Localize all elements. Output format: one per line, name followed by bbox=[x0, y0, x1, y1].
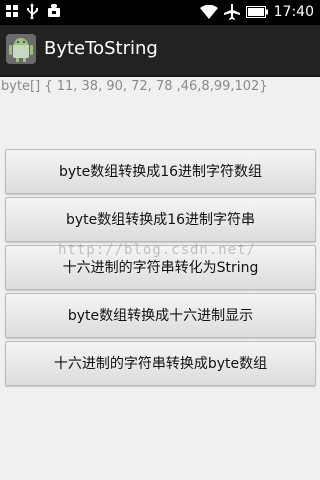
action-bar: ByteToString bbox=[0, 25, 320, 77]
clock-time: 17:40 bbox=[273, 4, 314, 20]
battery-icon bbox=[245, 6, 268, 18]
app-title: ByteToString bbox=[44, 38, 158, 59]
android-debug-icon bbox=[48, 4, 60, 17]
notification-icons bbox=[6, 3, 62, 19]
byte-to-hex-char-array-button[interactable]: byte数组转换成16进制字符数组 bbox=[5, 149, 316, 194]
byte-to-hex-display-button[interactable]: byte数组转换成十六进制显示 bbox=[5, 293, 316, 338]
hex-string-to-string-button[interactable]: 十六进制的字符串转化为String bbox=[5, 245, 316, 290]
grid-icon bbox=[6, 5, 18, 17]
android-robot-icon[interactable] bbox=[6, 34, 36, 64]
main-content: byte[] { 11, 38, 90, 72, 78 ,46,8,99,102… bbox=[0, 77, 320, 480]
usb-icon bbox=[27, 3, 38, 19]
system-icons: 17:40 bbox=[199, 2, 314, 22]
byte-to-hex-string-button[interactable]: byte数组转换成16进制字符串 bbox=[5, 197, 316, 242]
airplane-icon bbox=[223, 4, 240, 20]
status-bar: 17:40 bbox=[0, 0, 320, 25]
byte-array-text: byte[] { 11, 38, 90, 72, 78 ,46,8,99,102… bbox=[1, 79, 268, 94]
wifi-icon bbox=[199, 5, 218, 19]
hex-string-to-byte-array-button[interactable]: 十六进制的字符串转换成byte数组 bbox=[5, 341, 316, 386]
